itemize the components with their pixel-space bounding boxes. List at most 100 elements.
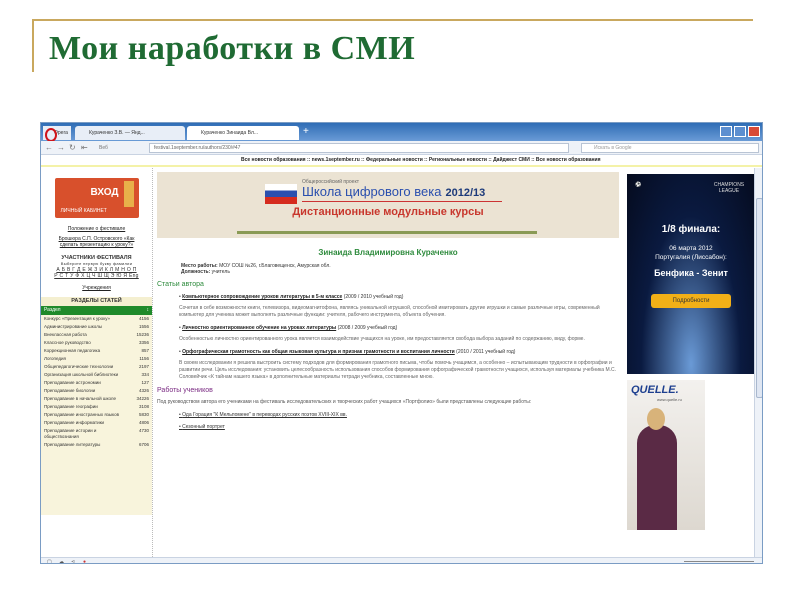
category-count: 4730 xyxy=(138,428,149,433)
category-name: Преподавание иностранных языков xyxy=(44,412,119,417)
banner-underline xyxy=(302,201,502,202)
tab-yandex[interactable]: Кураченко З.В. — Янд... xyxy=(75,126,185,140)
new-tab-button[interactable]: + xyxy=(303,127,309,137)
maximize-button[interactable] xyxy=(734,126,746,137)
author-meta: Место работы: МОУ СОШ №26, г.Благовещенс… xyxy=(181,263,619,275)
article-list: • Компьютерное сопровождение уроков лите… xyxy=(157,294,619,381)
category-item[interactable]: Организация школьной библиотеки 334 xyxy=(41,371,152,379)
category-count: 4156 xyxy=(138,316,149,321)
article-year: (2009 / 2010 учебный год) xyxy=(343,294,404,300)
category-item[interactable]: Преподавание литературы 6706 xyxy=(41,441,152,449)
category-count: 34226 xyxy=(136,396,149,401)
banner-year: 2012/13 xyxy=(445,187,486,199)
panel-icon[interactable]: ▢ xyxy=(47,559,52,563)
category-count: 3108 xyxy=(138,404,149,409)
ad-date: 06 марта 2012 xyxy=(669,245,713,252)
category-item[interactable]: Преподавание географии 3108 xyxy=(41,403,152,411)
category-count: 127 xyxy=(141,380,149,385)
quelle-logo: QUELLE. xyxy=(631,384,679,396)
login-button[interactable]: ВХОД ЛИЧНЫЙ КАБИНЕТ xyxy=(54,178,139,218)
model-image xyxy=(637,425,677,530)
category-item[interactable]: Преподавание истории и обществознания 473… xyxy=(41,427,152,441)
category-count: 2197 xyxy=(138,364,149,369)
login-title: ВХОД xyxy=(90,187,119,198)
article-year: (2008 / 2009 учебный год) xyxy=(337,325,398,331)
student-work-link[interactable]: • Сезонный портрет xyxy=(179,424,619,430)
forward-icon[interactable]: → xyxy=(57,143,65,153)
article-description: В своем исследовании я решила выстроить … xyxy=(179,360,617,380)
section-select[interactable]: Раздел xyxy=(41,306,152,315)
champions-league-ad[interactable]: ⚽ CHAMPIONS LEAGUE 1/8 финала: 06 марта … xyxy=(627,174,755,374)
banner-school-text: Школа цифрового века xyxy=(302,184,442,199)
category-item[interactable]: Преподавание биологии 4326 xyxy=(41,387,152,395)
brochure-link[interactable]: Брошюра С.П. Островского «Как сделать пр… xyxy=(41,236,152,248)
russian-flag-icon xyxy=(265,184,297,204)
tab-active[interactable]: Кураченко Зинаида Вл... xyxy=(187,126,299,140)
category-name: Коррекционная педагогика xyxy=(44,348,101,353)
back-icon[interactable]: ← xyxy=(45,143,53,153)
search-input[interactable]: Искать в Google xyxy=(581,143,759,153)
project-banner: Общероссийский проект Школа цифрового ве… xyxy=(157,172,619,238)
quelle-ad[interactable]: QUELLE. www.quelle.ru xyxy=(627,380,705,530)
category-item[interactable]: Классное руководство 3356 xyxy=(41,339,152,347)
reload-icon[interactable]: ↻ xyxy=(69,143,76,153)
zoom-slider[interactable] xyxy=(684,561,754,562)
turbo-icon[interactable]: ☁ xyxy=(59,559,64,563)
category-name: Внеклассная работа xyxy=(44,332,87,337)
ad-round: 1/8 финала: xyxy=(661,224,721,235)
article-link[interactable]: Личностно ориентированное обучение на ур… xyxy=(182,325,336,331)
students-text: Под руководством автора его учениками на… xyxy=(157,399,532,405)
ad-details-button[interactable]: Подробности xyxy=(651,294,731,308)
article-link[interactable]: Компьютерное сопровождение уроков литера… xyxy=(182,294,342,300)
category-name: Преподавание астрономии xyxy=(44,380,101,385)
category-item[interactable]: Внеклассная работа 15236 xyxy=(41,331,152,339)
opera-menu-button[interactable]: Opera xyxy=(43,126,71,142)
slide-title: Мои наработки в СМИ xyxy=(49,30,416,67)
category-item[interactable]: Коррекционная педагогика 857 xyxy=(41,347,152,355)
category-item[interactable]: Администрирование школы 1556 xyxy=(41,323,152,331)
workplace: МОУ СОШ №26, г.Благовещенск, Амурская об… xyxy=(219,263,331,269)
home-icon[interactable]: ⇤ xyxy=(81,143,88,153)
club-logo-icon: ⚽ xyxy=(635,182,642,188)
position-label: Должность: xyxy=(181,269,211,275)
institutions-link[interactable]: Учреждения xyxy=(41,285,152,291)
url-input[interactable]: festival.1september.ru/authors/230/#47 xyxy=(149,143,569,153)
news-bar[interactable]: Все новости образования :: news.1septemb… xyxy=(41,155,762,167)
category-count: 4806 xyxy=(138,420,149,425)
article-item: • Личностно ориентированное обучение на … xyxy=(179,325,619,343)
model-head xyxy=(647,408,665,430)
minimize-button[interactable] xyxy=(720,126,732,137)
unite-icon[interactable]: ● xyxy=(83,559,86,563)
article-link[interactable]: Орфографическая грамотность как общая яз… xyxy=(182,349,455,355)
students-heading: Работы учеников xyxy=(157,387,213,394)
category-name: Администрирование школы xyxy=(44,324,103,329)
category-name: Преподавание географии xyxy=(44,404,98,409)
share-icon[interactable]: ⋖ xyxy=(71,559,75,563)
category-name: Преподавание информатики xyxy=(44,420,105,425)
speed-dial-label[interactable]: Веб xyxy=(99,143,108,153)
vertical-scrollbar[interactable] xyxy=(754,168,762,557)
article-item: • Орфографическая грамотность как общая … xyxy=(179,349,619,381)
student-work-link[interactable]: • Ода Горация "К Мельпомене" в переводах… xyxy=(179,412,619,418)
category-item[interactable]: Общепедагогические технологии 2197 xyxy=(41,363,152,371)
status-bar: ▢ ☁ ⋖ ● xyxy=(41,557,762,563)
article-year: (2010 / 2011 учебный год) xyxy=(456,349,516,355)
ad-place: Португалия (Лиссабон): xyxy=(655,254,727,261)
ad-column: ⚽ CHAMPIONS LEAGUE 1/8 финала: 06 марта … xyxy=(623,168,755,557)
article-description: Сочетая в себе возможности книги, телеви… xyxy=(179,305,600,318)
quelle-site: www.quelle.ru xyxy=(657,397,682,402)
door-icon xyxy=(123,181,134,207)
festival-rules-link[interactable]: Положение о фестивале xyxy=(41,226,152,232)
category-item[interactable]: Логопедия 1156 xyxy=(41,355,152,363)
category-item[interactable]: Конкурс «Презентация к уроку» 4156 xyxy=(41,315,152,323)
category-item[interactable]: Преподавание информатики 4806 xyxy=(41,419,152,427)
category-item[interactable]: Преподавание иностранных языков 5830 xyxy=(41,411,152,419)
category-item[interactable]: Преподавание астрономии 127 xyxy=(41,379,152,387)
category-item[interactable]: Преподавание в начальной школе 34226 xyxy=(41,395,152,403)
category-name: Преподавание литературы xyxy=(44,442,101,447)
scrollbar-thumb[interactable] xyxy=(756,198,762,398)
category-name: Классное руководство xyxy=(44,340,91,345)
article-item: • Компьютерное сопровождение уроков лите… xyxy=(179,294,619,319)
alphabet-row-2[interactable]: Р С Т У Ф Х Ц Ч Ш Щ Э Ю Я Eng xyxy=(41,273,152,279)
close-button[interactable] xyxy=(748,126,760,137)
